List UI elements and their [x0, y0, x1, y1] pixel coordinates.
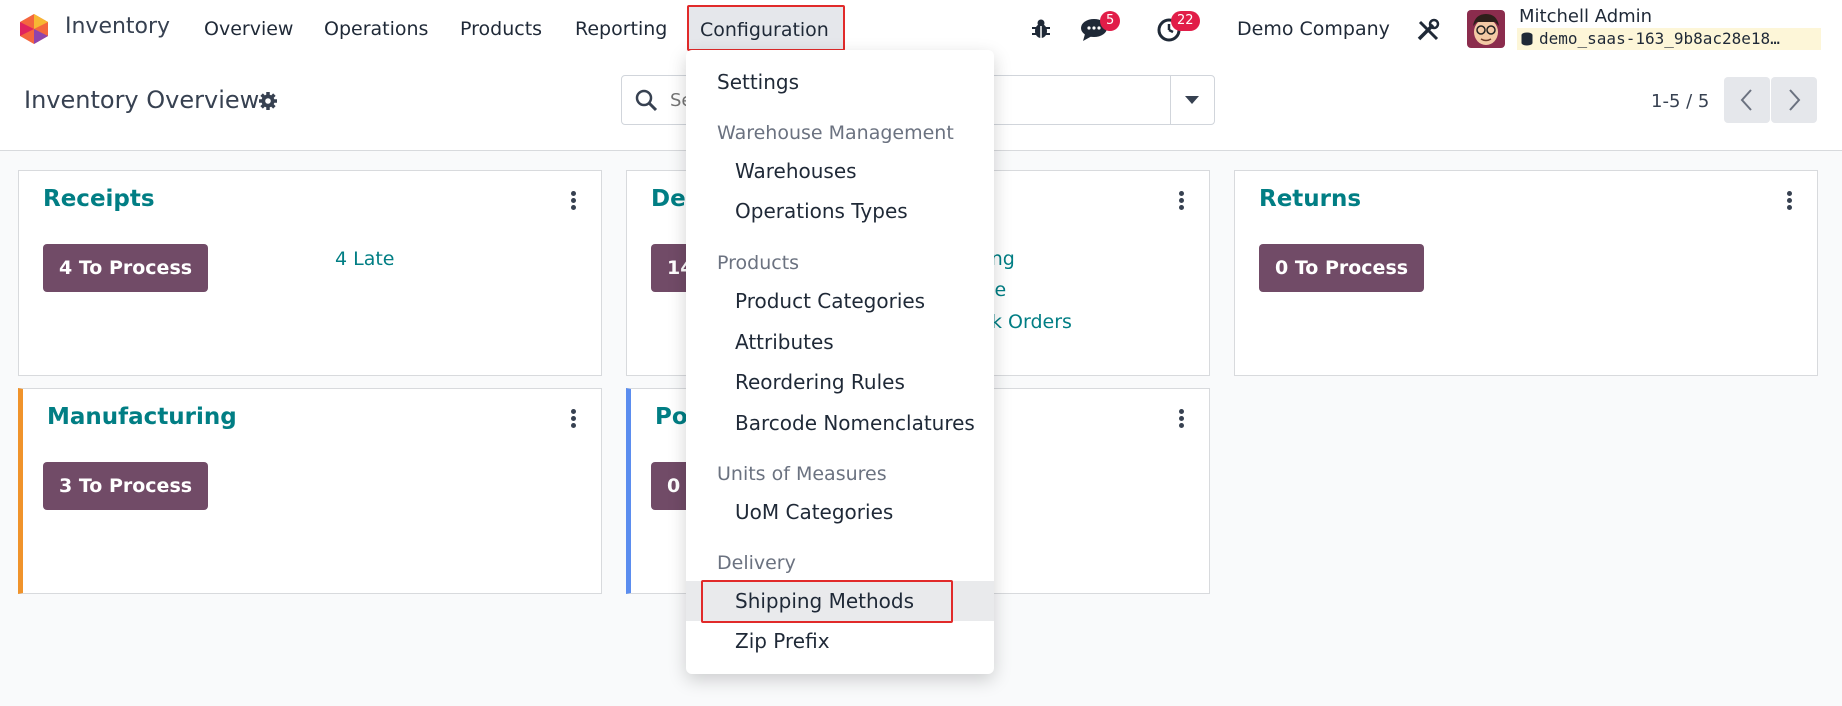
activities-badge: 22	[1171, 11, 1200, 31]
menu-shipping-methods[interactable]: Shipping Methods	[735, 589, 914, 613]
company-switcher[interactable]: Demo Company	[1237, 18, 1390, 40]
app-logo-icon[interactable]	[20, 14, 48, 44]
menu-warehouses[interactable]: Warehouses	[735, 159, 857, 183]
chevron-left-icon	[1740, 89, 1752, 111]
section-units-of-measures: Units of Measures	[717, 463, 887, 485]
gear-icon[interactable]	[258, 91, 278, 111]
pager-value[interactable]: 1-5 / 5	[1651, 91, 1709, 112]
menu-configuration[interactable]: Configuration	[687, 5, 845, 51]
section-delivery: Delivery	[717, 552, 796, 574]
menu-reordering-rules[interactable]: Reordering Rules	[735, 370, 905, 394]
page-title: Inventory Overview	[24, 86, 260, 114]
caret-down-icon	[1185, 96, 1199, 104]
pager-next-button[interactable]	[1771, 77, 1817, 123]
tools-icon[interactable]	[1416, 18, 1440, 42]
search-icon[interactable]	[634, 88, 658, 112]
menu-barcode-nomenclatures[interactable]: Barcode Nomenclatures	[735, 411, 975, 435]
section-products: Products	[717, 252, 800, 274]
menu-operations-types[interactable]: Operations Types	[735, 199, 908, 223]
database-name: demo_saas-163_9b8ac28e18…	[1539, 29, 1780, 48]
menu-reporting[interactable]: Reporting	[575, 18, 667, 40]
kebab-icon[interactable]	[1179, 191, 1185, 213]
menu-overview[interactable]: Overview	[204, 18, 293, 40]
kebab-icon[interactable]	[571, 191, 577, 213]
menu-operations[interactable]: Operations	[324, 18, 428, 40]
to-process-button[interactable]: 4 To Process	[43, 244, 209, 292]
card-returns: Returns 0 To Process	[1234, 170, 1818, 376]
configuration-dropdown: Settings Warehouse Management Warehouses…	[686, 50, 994, 674]
messages-badge: 5	[1100, 11, 1121, 31]
menu-settings[interactable]: Settings	[717, 70, 799, 94]
to-process-button[interactable]: 3 To Process	[43, 462, 209, 510]
back-orders-link[interactable]: k Orders	[991, 311, 1072, 333]
menu-products[interactable]: Products	[460, 18, 542, 40]
database-icon	[1521, 32, 1533, 46]
menu-product-categories[interactable]: Product Categories	[735, 289, 925, 313]
kebab-icon[interactable]	[571, 409, 577, 431]
chevron-right-icon	[1789, 89, 1801, 111]
menu-attributes[interactable]: Attributes	[735, 330, 834, 354]
card-title[interactable]: Returns	[1259, 186, 1361, 212]
menu-uom-categories[interactable]: UoM Categories	[735, 500, 893, 524]
to-process-button[interactable]: 0 To Process	[1259, 244, 1425, 292]
search-options-toggle[interactable]	[1170, 75, 1215, 125]
avatar[interactable]	[1467, 10, 1505, 48]
card-title[interactable]: Manufacturing	[47, 404, 237, 430]
card-manufacturing: Manufacturing 3 To Process	[18, 388, 602, 594]
bug-icon[interactable]	[1030, 18, 1052, 40]
user-name[interactable]: Mitchell Admin	[1519, 6, 1652, 27]
card-receipts: Receipts 4 To Process 4 Late	[18, 170, 602, 376]
menu-zip-prefix[interactable]: Zip Prefix	[735, 629, 830, 653]
section-warehouse-management: Warehouse Management	[717, 122, 954, 144]
database-tag: demo_saas-163_9b8ac28e18…	[1517, 28, 1821, 50]
kebab-icon[interactable]	[1787, 191, 1793, 213]
app-name[interactable]: Inventory	[65, 14, 170, 39]
card-title[interactable]: Receipts	[43, 186, 155, 212]
kebab-icon[interactable]	[1179, 409, 1185, 431]
pager-previous-button[interactable]	[1724, 77, 1770, 123]
late-link[interactable]: 4 Late	[335, 248, 395, 270]
